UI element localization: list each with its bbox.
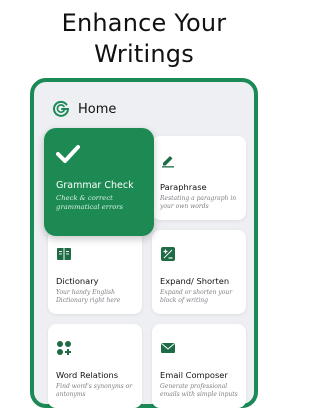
card-description: Restating a paragraph in your own words — [160, 195, 237, 210]
page-title: Home — [78, 101, 117, 117]
card-description: Find word's synonyms or antonyms — [56, 383, 133, 398]
card-description: Expand or shorten your block of writing — [160, 289, 233, 304]
headline-line-1: Enhance Your — [61, 9, 227, 37]
card-description: Your handy English Dictionary right here — [56, 289, 121, 304]
pencil-icon — [162, 156, 174, 168]
card-title: Expand/ Shorten — [160, 276, 230, 286]
card-title: Paraphrase — [160, 182, 207, 192]
card-email-composer[interactable]: Email Composer Generate professional ema… — [152, 324, 246, 408]
card-dictionary[interactable]: Dictionary Your handy English Dictionary… — [48, 230, 142, 314]
card-description: Check & correct grammatical errors — [56, 194, 124, 211]
headline-line-2: Writings — [94, 40, 194, 68]
card-grammar-check[interactable]: Grammar Check Check & correct grammatica… — [44, 128, 154, 236]
envelope-icon — [161, 343, 175, 353]
g-logo-icon — [53, 100, 70, 117]
card-description: Generate professional emails with simple… — [160, 383, 238, 398]
app-header: Home — [52, 98, 116, 120]
headline: Enhance Your Writings — [0, 8, 288, 70]
shapes-icon — [57, 341, 71, 355]
card-title: Email Composer — [160, 370, 228, 380]
card-word-relations[interactable]: Word Relations Find word's synonyms or a… — [48, 324, 142, 408]
card-title: Word Relations — [56, 370, 119, 380]
card-expand-shorten[interactable]: Expand/ Shorten Expand or shorten your b… — [152, 230, 246, 314]
card-title: Dictionary — [56, 276, 99, 286]
card-title: Grammar Check — [56, 180, 134, 191]
plus-minus-icon — [161, 247, 175, 261]
book-icon — [57, 248, 71, 260]
checkmark-icon — [56, 145, 80, 163]
card-paraphrase[interactable]: Paraphrase Restating a paragraph in your… — [152, 136, 246, 220]
